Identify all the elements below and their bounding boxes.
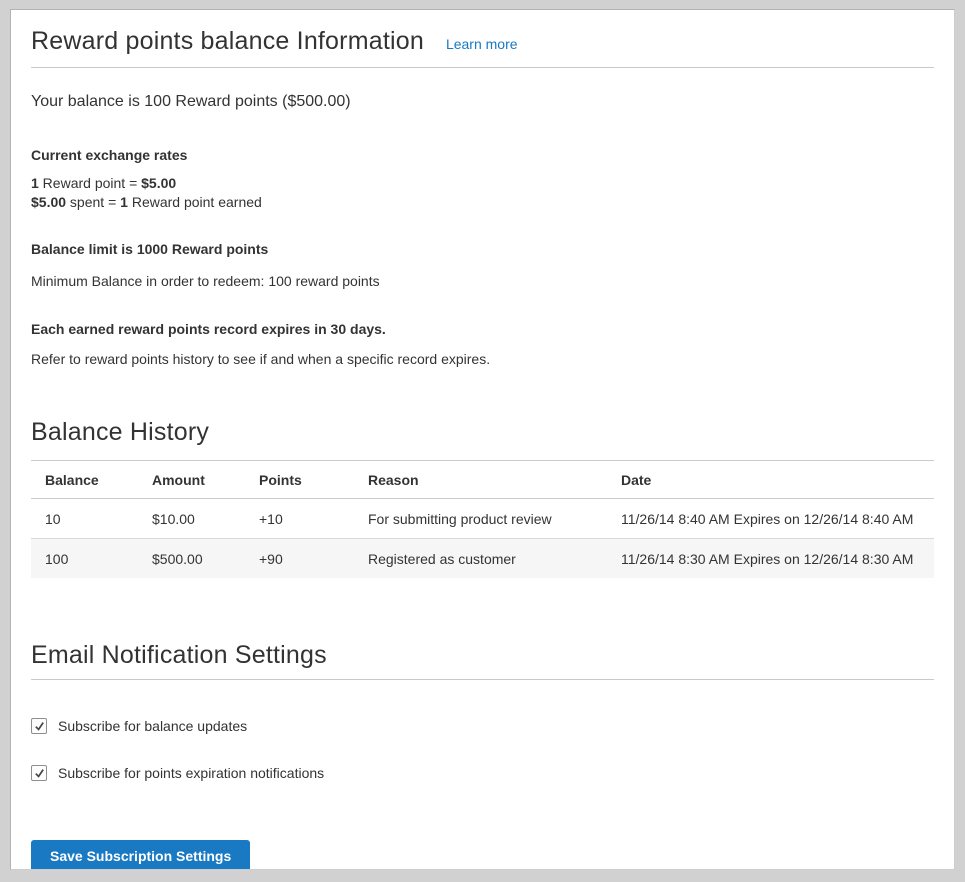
balance-history-heading: Balance History [31, 417, 934, 447]
cell-reason: Registered as customer [354, 539, 607, 579]
cell-amount: $500.00 [138, 539, 245, 579]
rate2-text: spent = [66, 194, 120, 210]
column-header-balance: Balance [31, 461, 138, 499]
exchange-rate-line-1: 1 Reward point = $5.00 [31, 174, 934, 193]
rate1-text: Reward point = [39, 175, 141, 191]
reward-points-card: Reward points balance Information Learn … [10, 9, 955, 870]
cell-balance: 100 [31, 539, 138, 579]
table-row: 10 $10.00 +10 For submitting product rev… [31, 499, 934, 539]
balance-updates-label[interactable]: Subscribe for balance updates [58, 718, 247, 734]
learn-more-link[interactable]: Learn more [446, 36, 518, 52]
checkmark-icon [34, 721, 45, 732]
column-header-reason: Reason [354, 461, 607, 499]
page-header: Reward points balance Information Learn … [31, 26, 934, 68]
cell-points: +10 [245, 499, 354, 539]
exchange-rate-line-2: $5.00 spent = 1 Reward point earned [31, 193, 934, 212]
cell-date: 11/26/14 8:40 AM Expires on 12/26/14 8:4… [607, 499, 934, 539]
checkmark-icon [34, 768, 45, 779]
cell-date: 11/26/14 8:30 AM Expires on 12/26/14 8:3… [607, 539, 934, 579]
exchange-rates-heading: Current exchange rates [31, 147, 934, 163]
balance-history-table: Balance Amount Points Reason Date 10 $10… [31, 460, 934, 578]
rate2-amount: $5.00 [31, 194, 66, 210]
cell-balance: 10 [31, 499, 138, 539]
table-row: 100 $500.00 +90 Registered as customer 1… [31, 539, 934, 579]
rate1-points: 1 [31, 175, 39, 191]
column-header-amount: Amount [138, 461, 245, 499]
expiry-note: Refer to reward points history to see if… [31, 351, 934, 367]
balance-updates-option[interactable]: Subscribe for balance updates [31, 718, 934, 734]
save-subscription-settings-button[interactable]: Save Subscription Settings [31, 840, 250, 870]
table-header-row: Balance Amount Points Reason Date [31, 461, 934, 499]
cell-points: +90 [245, 539, 354, 579]
cell-reason: For submitting product review [354, 499, 607, 539]
page-title: Reward points balance Information [31, 26, 424, 56]
points-expiration-option[interactable]: Subscribe for points expiration notifica… [31, 765, 934, 781]
rate1-amount: $5.00 [141, 175, 176, 191]
rate2-tail: Reward point earned [128, 194, 262, 210]
balance-updates-checkbox[interactable] [31, 718, 47, 734]
points-expiration-checkbox[interactable] [31, 765, 47, 781]
balance-summary: Your balance is 100 Reward points ($500.… [31, 93, 934, 111]
expiry-notice: Each earned reward points record expires… [31, 321, 934, 337]
balance-limit-notice: Balance limit is 1000 Reward points [31, 241, 934, 257]
column-header-points: Points [245, 461, 354, 499]
min-redeem-notice: Minimum Balance in order to redeem: 100 … [31, 273, 934, 289]
rate2-points: 1 [120, 194, 128, 210]
cell-amount: $10.00 [138, 499, 245, 539]
column-header-date: Date [607, 461, 934, 499]
email-notification-heading: Email Notification Settings [31, 640, 934, 680]
exchange-rates: 1 Reward point = $5.00 $5.00 spent = 1 R… [31, 174, 934, 212]
points-expiration-label[interactable]: Subscribe for points expiration notifica… [58, 765, 324, 781]
